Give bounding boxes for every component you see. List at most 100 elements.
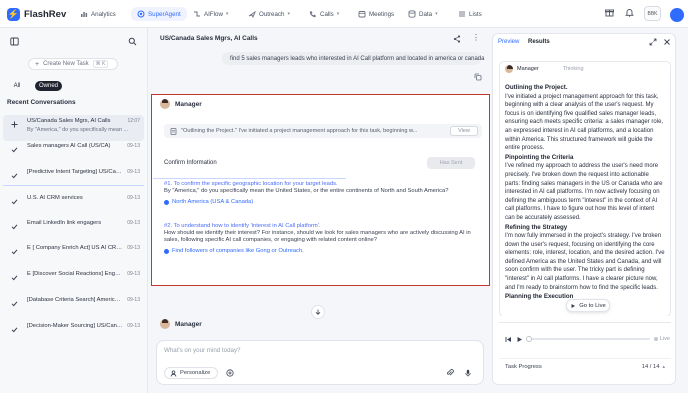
expand-icon[interactable] — [649, 38, 657, 46]
manager-header: Manager — [160, 319, 202, 329]
nav-item-label: Calls — [320, 10, 334, 18]
check-icon — [11, 173, 18, 179]
personalize-label: Personalize — [180, 370, 211, 376]
task-progress-row[interactable]: Task Progress 14 / 14 ▴ — [499, 358, 671, 374]
question-block: #1. To confirm the specific geographic l… — [155, 181, 485, 205]
has-sent-button[interactable]: Has Sent — [427, 157, 475, 169]
check-icon — [11, 199, 18, 205]
share-icon[interactable] — [453, 35, 461, 43]
answer-option[interactable]: Find followers of companies like Gong or… — [164, 248, 485, 254]
message-input[interactable] — [164, 347, 474, 354]
conversation-item[interactable]: [Decision-Maker Sourcing] US/Canada... 0… — [3, 320, 144, 342]
check-icon — [11, 224, 18, 230]
brand-logo[interactable]: ⚡ FlashRev — [7, 8, 66, 21]
view-button[interactable]: View — [450, 126, 478, 136]
subtab-thinking[interactable]: Thinking — [563, 66, 584, 72]
conversation-title: US/Canada Sales Mgrs, AI Calls — [27, 118, 111, 124]
question-body: By "America," do you specifically mean t… — [164, 188, 449, 194]
nav-item-superagent[interactable]: SuperAgent — [131, 7, 187, 21]
card-fade — [499, 316, 671, 334]
nav-item-outreach[interactable]: Outreach ▾ — [248, 8, 290, 20]
skip-back-icon[interactable] — [505, 336, 512, 343]
nav-item-label: SuperAgent — [148, 10, 181, 18]
check-icon — [11, 327, 18, 333]
playback-knob[interactable] — [526, 336, 533, 342]
outline-preview-row[interactable]: "Outlining the Project." I've initiated … — [164, 124, 482, 138]
check-icon — [11, 275, 18, 281]
task-progress-value: 14 / 14 — [641, 363, 660, 370]
nav-item-label: Lists — [469, 10, 482, 18]
radio-selected-icon — [164, 199, 169, 205]
account-avatar[interactable]: BBK — [644, 6, 661, 21]
nav-item-label: Data — [419, 10, 433, 18]
conversation-item[interactable]: [Database Criteria Search] Americas A...… — [3, 294, 144, 316]
conversation-title: U.S. AI CRM services — [27, 195, 83, 201]
conversation-title: [Predictive Intent Targeting] US/Canad..… — [27, 169, 124, 175]
answer-option[interactable]: North America (USA & Canada) — [164, 199, 485, 205]
chevron-up-icon: ▴ — [662, 363, 665, 370]
tab-preview[interactable]: Preview — [498, 39, 519, 45]
nav-item-meetings[interactable]: Meetings — [358, 8, 394, 20]
chevron-down-icon: ▾ — [287, 11, 290, 17]
conversation-item[interactable]: E [ Company Enrich Act] US AI CRM C... 0… — [3, 242, 144, 264]
close-icon[interactable] — [663, 38, 671, 46]
conversation-item[interactable]: Sales managers AI Call (US/CA) 09-13 — [3, 140, 144, 162]
conversation-item[interactable]: E [Discover Social Reactions] Engagers..… — [3, 268, 144, 290]
create-new-task-button[interactable]: + Create New Task ⌘ K — [28, 58, 118, 70]
chevron-down-icon: ▾ — [336, 11, 340, 17]
personalize-button[interactable]: Personalize — [164, 367, 218, 379]
attachment-icon[interactable] — [446, 369, 454, 377]
question-block: #2. To understand how to identify 'inter… — [155, 223, 485, 254]
microphone-icon[interactable] — [464, 369, 472, 377]
conversation-subtitle: By "America," do you specifically mean .… — [27, 127, 129, 133]
search-icon[interactable] — [128, 37, 137, 46]
conversation-date: 09-13 — [127, 143, 140, 149]
conversation-date: 09-13 — [127, 245, 140, 251]
bell-icon[interactable] — [625, 8, 634, 17]
manager-header: Manager — [160, 99, 202, 109]
more-icon[interactable]: ⋮ — [472, 34, 480, 42]
add-icon[interactable] — [226, 369, 234, 377]
nav-item-analytics[interactable]: Analytics — [80, 8, 116, 20]
conversation-item[interactable]: U.S. AI CRM services 09-13 — [3, 192, 144, 214]
document-icon — [170, 127, 177, 135]
conversation-item[interactable]: US/Canada Sales Mgrs, AI Calls 12:07 By … — [3, 115, 144, 141]
playback-track[interactable] — [526, 336, 650, 342]
shortcut-hint: ⌘ K — [92, 60, 109, 68]
gift-icon[interactable] — [605, 8, 614, 17]
manager-avatar — [160, 319, 170, 329]
manager-name: Manager — [175, 320, 202, 328]
subtab-manager[interactable]: Manager — [517, 66, 539, 72]
tab-results[interactable]: Results — [528, 39, 550, 45]
section-text: I've refined my approach to address the … — [505, 163, 663, 221]
nav-item-label: Meetings — [369, 10, 395, 18]
question-heading: #2. To understand how to identify 'inter… — [164, 223, 321, 229]
analytics-icon — [81, 12, 88, 17]
filter-all[interactable]: All — [8, 81, 26, 91]
copy-icon[interactable] — [474, 73, 482, 81]
conversation-item[interactable]: Email LinkedIn link engagers 09-13 — [3, 217, 144, 239]
nav-item-data[interactable]: Data ▾ — [408, 8, 438, 20]
plus-icon: + — [35, 60, 40, 68]
conversation-date: 09-13 — [127, 169, 140, 175]
radio-selected-icon — [164, 248, 169, 254]
flashrev-logo-icon: ⚡ — [7, 8, 20, 21]
playback-bar: Live — [505, 334, 670, 344]
assistant-bubble-icon[interactable] — [670, 8, 684, 22]
check-icon — [11, 249, 18, 255]
play-icon[interactable] — [516, 336, 523, 343]
answer-option-label: North America (USA & Canada) — [172, 199, 254, 205]
section-heading: Refining the Strategy — [505, 223, 568, 231]
nav-item-aiflow[interactable]: AIFlow ▾ — [193, 8, 228, 20]
nav-item-lists[interactable]: Lists — [458, 8, 482, 20]
sidebar-toggle-icon[interactable] — [10, 37, 19, 46]
scroll-down-button[interactable] — [311, 305, 325, 319]
conversation-title: [Database Criteria Search] Americas A... — [27, 297, 124, 303]
filter-owned[interactable]: Owned — [35, 81, 62, 91]
go-to-live-button[interactable]: Go to Live — [566, 299, 610, 312]
outreach-icon — [248, 10, 256, 18]
conversation-title: E [ Company Enrich Act] US AI CRM C... — [27, 245, 124, 251]
conversation-date: 12:07 — [127, 118, 140, 124]
nav-item-calls[interactable]: Calls ▾ — [309, 8, 339, 20]
meetings-icon — [358, 11, 366, 18]
